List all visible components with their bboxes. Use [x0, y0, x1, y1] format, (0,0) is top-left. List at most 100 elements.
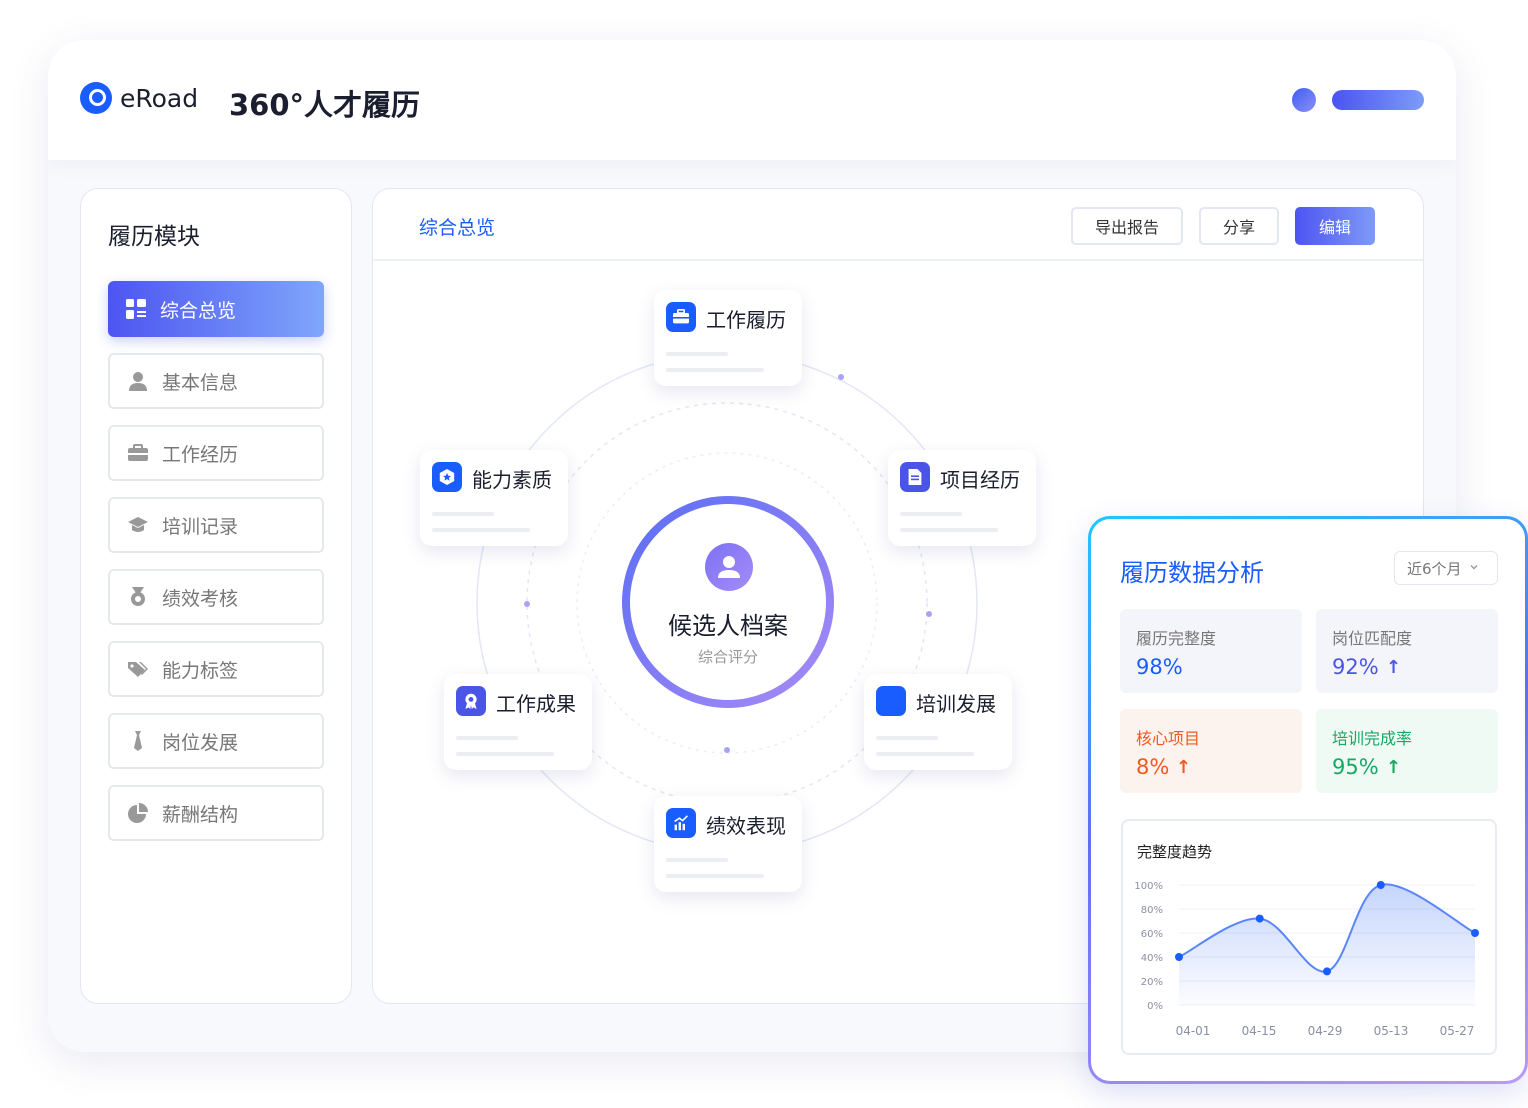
stat-value: 98% [1136, 655, 1183, 679]
star-badge-icon [432, 462, 462, 492]
trend-chart-plot: 0% 20% 40% 60% 80% 100% 04-01 04-15 04-29 05-13 05… [1134, 881, 1479, 1038]
x-tick-label: 04-29 [1308, 1024, 1343, 1038]
x-tick-label: 04-15 [1242, 1024, 1277, 1038]
logo[interactable]: eRoad [80, 82, 198, 114]
arrow-up-icon: ↑ [1386, 757, 1402, 778]
placeholder-line [432, 528, 530, 532]
y-tick-label: 80% [1141, 905, 1163, 916]
time-range-select[interactable]: 近6个月 [1394, 551, 1498, 585]
main-header: 综合总览 导出报告 分享 编辑 [373, 189, 1423, 261]
sidebar-item-ability-tags[interactable]: 能力标签 [108, 641, 324, 697]
stat-label: 培训完成率 [1332, 729, 1413, 748]
stat-training-completion: 培训完成率 95% ↑ [1316, 709, 1498, 793]
arrow-up-icon: ↑ [1386, 657, 1402, 678]
y-tick-label: 0% [1147, 1001, 1163, 1012]
stat-label: 岗位匹配度 [1332, 629, 1413, 648]
stat-job-match: 岗位匹配度 92% ↑ [1316, 609, 1498, 693]
user-avatar[interactable] [1292, 88, 1316, 112]
arrow-up-icon: ↑ [1176, 757, 1192, 778]
sidebar-item-training[interactable]: 培训记录 [108, 497, 324, 553]
card-label: 绩效表现 [706, 814, 786, 838]
medal-icon [128, 587, 148, 607]
candidate-profile-hub[interactable]: 候选人档案 综合评分 [622, 496, 834, 708]
analysis-title: 履历数据分析 [1120, 559, 1264, 587]
chevron-down-icon [1468, 559, 1480, 577]
stat-core-projects: 核心项目 8% ↑ [1120, 709, 1302, 793]
sidebar-item-salary[interactable]: 薪酬结构 [108, 785, 324, 841]
square-icon [876, 686, 906, 716]
card-label: 工作成果 [496, 692, 576, 716]
tags-icon [128, 659, 148, 679]
placeholder-line [666, 368, 764, 372]
module-card-training[interactable]: 培训发展 [864, 674, 1012, 770]
y-tick-label: 20% [1141, 977, 1163, 988]
chart-icon [666, 808, 696, 838]
data-point [1471, 929, 1479, 937]
share-button[interactable]: 分享 [1199, 207, 1279, 245]
user-menu[interactable] [1332, 90, 1424, 110]
sidebar-item-career[interactable]: 岗位发展 [108, 713, 324, 769]
user-icon [128, 371, 148, 391]
briefcase-icon [128, 443, 148, 463]
sidebar-item-overview[interactable]: 综合总览 [108, 281, 324, 337]
sidebar-item-basic-info[interactable]: 基本信息 [108, 353, 324, 409]
y-tick-label: 40% [1141, 953, 1163, 964]
top-bar: eRoad 360°人才履历 [48, 40, 1456, 160]
eroad-logo-icon [80, 82, 112, 114]
app-title: 360°人才履历 [229, 88, 421, 122]
card-label: 能力素质 [472, 468, 552, 492]
grid-icon [126, 299, 146, 319]
card-label: 项目经历 [940, 468, 1020, 492]
sidebar-item-label: 基本信息 [162, 371, 239, 394]
export-report-button[interactable]: 导出报告 [1071, 207, 1183, 245]
data-point [1255, 914, 1264, 923]
module-card-projects[interactable]: 项目经历 [888, 450, 1036, 546]
tie-icon [128, 731, 148, 751]
placeholder-line [666, 352, 728, 356]
range-value: 近6个月 [1407, 559, 1462, 578]
module-card-competency[interactable]: 能力素质 [420, 450, 568, 546]
card-label: 工作履历 [706, 308, 786, 332]
pie-icon [128, 803, 148, 823]
placeholder-line [876, 752, 974, 756]
sidebar-item-work-history[interactable]: 工作经历 [108, 425, 324, 481]
module-card-achievements[interactable]: 工作成果 [444, 674, 592, 770]
stat-label: 核心项目 [1136, 729, 1201, 748]
graduation-cap-icon [128, 515, 148, 535]
sidebar-item-label: 岗位发展 [162, 731, 239, 754]
placeholder-line [432, 512, 494, 516]
page-title: 综合总览 [419, 217, 496, 239]
card-label: 培训发展 [916, 692, 996, 716]
stat-value: 92% [1332, 655, 1379, 679]
stat-label: 履历完整度 [1136, 629, 1217, 648]
sidebar-item-label: 薪酬结构 [162, 803, 239, 826]
placeholder-line [666, 874, 764, 878]
placeholder-line [666, 858, 728, 862]
stat-value: 8% [1136, 755, 1170, 779]
trend-chart: 完整度趋势 0% 20% 40% 60% 80% 100% 04-01 04-15 04-29 0… [1121, 819, 1497, 1055]
candidate-title: 候选人档案 [668, 612, 788, 640]
sidebar-item-label: 综合总览 [160, 299, 237, 322]
sidebar-item-label: 绩效考核 [162, 587, 239, 610]
data-point [1323, 967, 1331, 976]
candidate-subtitle: 综合评分 [697, 648, 758, 666]
y-tick-label: 60% [1141, 929, 1163, 940]
placeholder-line [900, 512, 962, 516]
module-card-work-history[interactable]: 工作履历 [654, 290, 802, 386]
sidebar-item-label: 能力标签 [162, 659, 239, 682]
data-point [1175, 953, 1183, 961]
user-icon [705, 543, 753, 591]
placeholder-line [456, 752, 554, 756]
module-card-performance[interactable]: 绩效表现 [654, 796, 802, 892]
briefcase-icon [666, 302, 696, 332]
stat-value: 95% [1332, 755, 1379, 779]
y-tick-label: 100% [1134, 881, 1163, 892]
sidebar-item-performance[interactable]: 绩效考核 [108, 569, 324, 625]
placeholder-line [876, 736, 938, 740]
x-tick-label: 05-13 [1374, 1024, 1409, 1038]
x-tick-label: 04-01 [1176, 1024, 1211, 1038]
data-point [1376, 881, 1385, 889]
edit-button[interactable]: 编辑 [1295, 207, 1375, 245]
sidebar: 履历模块 综合总览 基本信息 工作经历 培训记录 绩效考核 能力标签 岗位发展 … [80, 188, 352, 1004]
award-icon [456, 686, 486, 716]
